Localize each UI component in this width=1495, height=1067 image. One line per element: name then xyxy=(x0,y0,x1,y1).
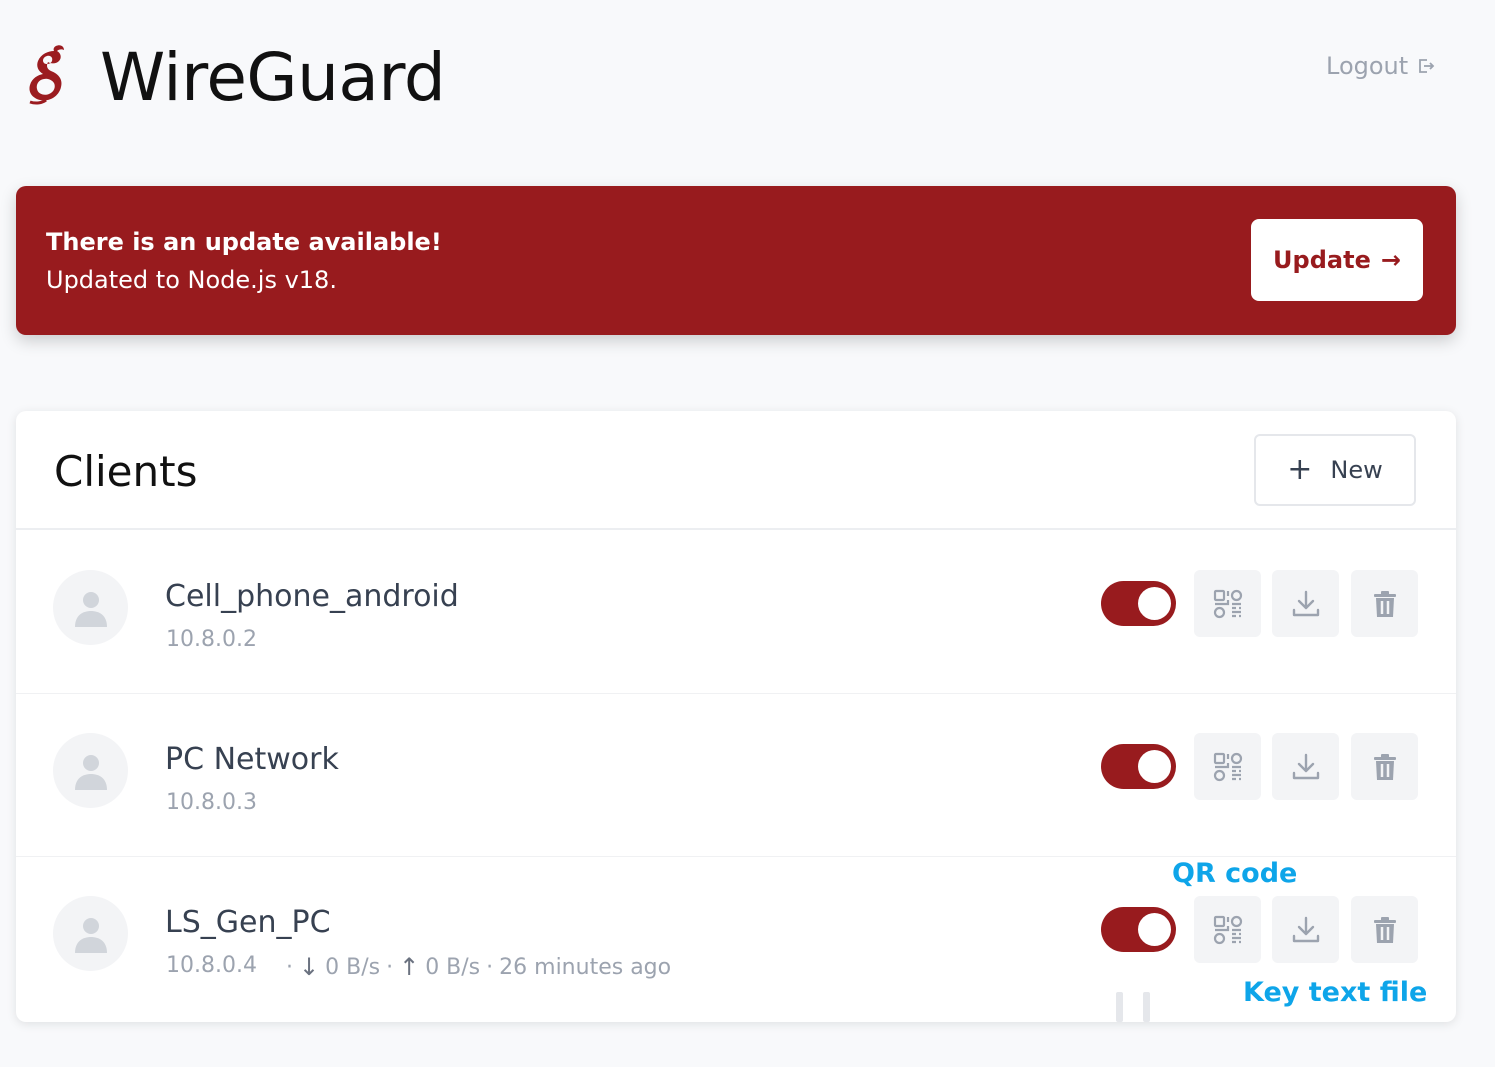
show-qr-button[interactable] xyxy=(1194,896,1261,963)
client-address[interactable]: 10.8.0.4 xyxy=(166,953,257,978)
client-row: PC Network 10.8.0.3 xyxy=(16,694,1456,857)
download-config-button[interactable] xyxy=(1272,896,1339,963)
separator: · xyxy=(386,954,394,980)
toggle-knob xyxy=(1138,750,1171,783)
download-icon xyxy=(1292,916,1319,942)
separator: · xyxy=(286,954,293,980)
logout-button[interactable]: Logout xyxy=(1326,52,1436,80)
trash-icon xyxy=(1373,753,1396,780)
client-address[interactable]: 10.8.0.2 xyxy=(166,627,257,652)
user-icon xyxy=(74,591,107,627)
qr-code-icon xyxy=(1213,752,1242,781)
page: WireGuard Logout There is an update avai… xyxy=(0,0,1495,1067)
wireguard-logo-icon xyxy=(29,45,64,105)
trash-icon xyxy=(1373,916,1396,943)
arrow-right-icon: → xyxy=(1380,246,1401,274)
qr-code-annotation: QR code xyxy=(1172,858,1298,889)
logout-icon xyxy=(1419,59,1435,73)
qr-code-icon xyxy=(1213,589,1242,618)
new-client-button[interactable]: + New xyxy=(1254,434,1416,506)
update-button[interactable]: Update → xyxy=(1251,219,1423,301)
new-client-label: New xyxy=(1330,456,1383,484)
key-file-annotation: Key text file xyxy=(1243,977,1428,1008)
client-enable-toggle[interactable] xyxy=(1101,744,1176,789)
client-enable-toggle[interactable] xyxy=(1101,581,1176,626)
app-title: WireGuard xyxy=(100,39,446,116)
arrow-down-icon: ↓ xyxy=(299,953,320,981)
client-name[interactable]: LS_Gen_PC xyxy=(165,905,331,940)
delete-client-button[interactable] xyxy=(1351,570,1418,637)
show-qr-button[interactable] xyxy=(1194,570,1261,637)
user-icon xyxy=(74,917,107,953)
logout-label: Logout xyxy=(1326,52,1409,80)
trash-icon xyxy=(1373,590,1396,617)
last-seen: 26 minutes ago xyxy=(499,954,672,980)
text-cursor-icon xyxy=(1116,992,1152,1022)
show-qr-button[interactable] xyxy=(1194,733,1261,800)
update-banner-message: Updated to Node.js v18. xyxy=(46,266,337,294)
download-config-button[interactable] xyxy=(1272,733,1339,800)
clients-card: Clients + New Cell_phone_android 10.8.0.… xyxy=(16,411,1456,1022)
toggle-knob xyxy=(1138,913,1171,946)
clients-title: Clients xyxy=(54,447,198,496)
update-button-label: Update xyxy=(1273,246,1371,274)
clients-header: Clients + New xyxy=(16,411,1456,530)
user-icon xyxy=(74,754,107,790)
avatar xyxy=(53,570,128,645)
download-icon xyxy=(1292,753,1319,779)
avatar xyxy=(53,733,128,808)
separator: · xyxy=(486,954,494,980)
avatar xyxy=(53,896,128,971)
client-row: Cell_phone_android 10.8.0.2 xyxy=(16,531,1456,694)
client-address[interactable]: 10.8.0.3 xyxy=(166,790,257,815)
delete-client-button[interactable] xyxy=(1351,733,1418,800)
toggle-knob xyxy=(1138,587,1171,620)
qr-code-icon xyxy=(1213,915,1242,944)
client-name[interactable]: PC Network xyxy=(165,742,339,777)
client-enable-toggle[interactable] xyxy=(1101,907,1176,952)
client-name[interactable]: Cell_phone_android xyxy=(165,579,459,614)
plus-icon: + xyxy=(1287,452,1313,487)
arrow-up-icon: ↑ xyxy=(399,953,420,981)
update-banner-title: There is an update available! xyxy=(46,228,442,256)
download-rate: 0 B/s xyxy=(325,954,381,980)
download-config-button[interactable] xyxy=(1272,570,1339,637)
update-banner: There is an update available! Updated to… xyxy=(16,186,1456,335)
delete-client-button[interactable] xyxy=(1351,896,1418,963)
upload-rate: 0 B/s xyxy=(425,954,481,980)
client-transfer-stats: · ↓ 0 B/s · ↑ 0 B/s · 26 minutes ago xyxy=(286,953,671,981)
download-icon xyxy=(1292,590,1319,616)
